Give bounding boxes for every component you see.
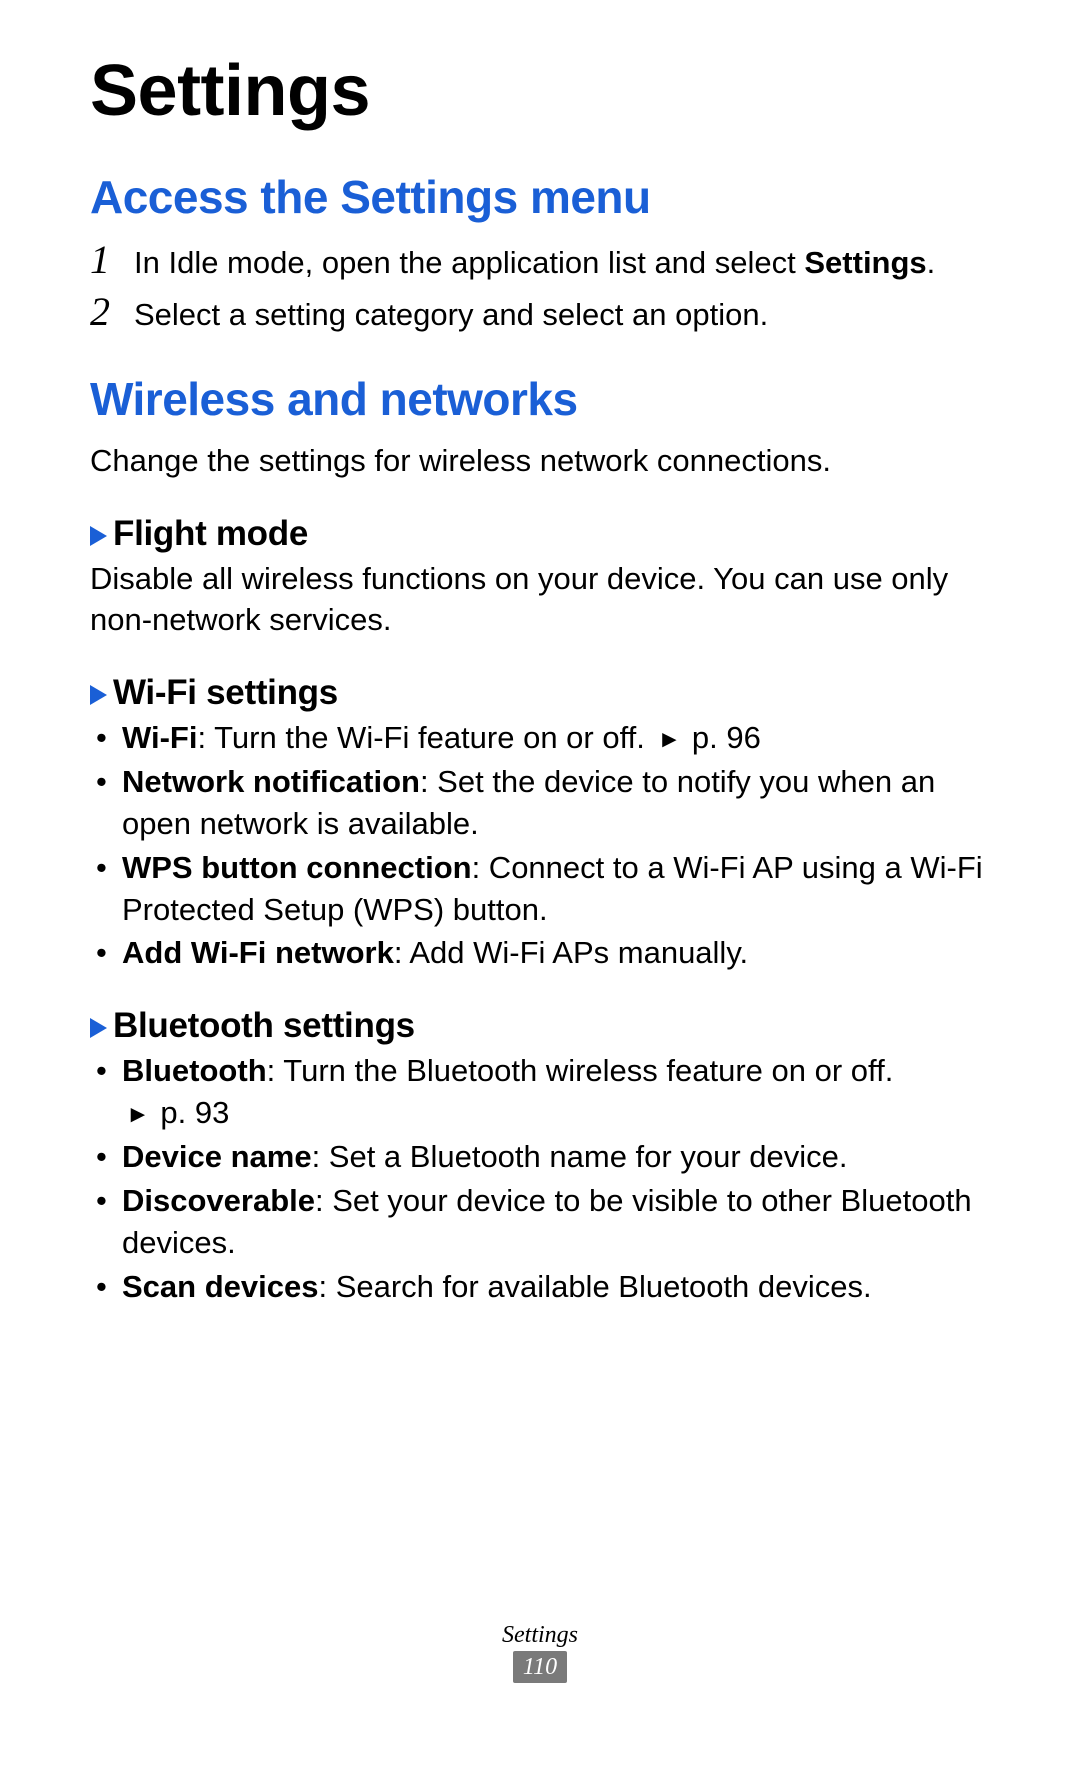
flight-mode-text: Disable all wireless functions on your d… xyxy=(90,558,990,642)
reference-arrow-icon: ► xyxy=(126,1099,150,1131)
item-term: WPS button connection xyxy=(122,850,472,885)
chevron-icon xyxy=(90,1018,107,1038)
list-item: Scan devices: Search for available Bluet… xyxy=(90,1266,990,1308)
wifi-settings-list: Wi-Fi: Turn the Wi-Fi feature on or off.… xyxy=(90,717,990,974)
subheading-flight-mode: Flight mode xyxy=(90,514,990,554)
step-text: In Idle mode, open the application list … xyxy=(134,238,990,284)
step-text: Select a setting category and select an … xyxy=(134,290,990,336)
chevron-icon xyxy=(90,685,107,705)
item-desc: : Set a Bluetooth name for your device. xyxy=(312,1139,848,1174)
document-page: Settings Access the Settings menu 1 In I… xyxy=(0,0,1080,1771)
access-steps-list: 1 In Idle mode, open the application lis… xyxy=(90,238,990,336)
text-part: . xyxy=(927,245,936,280)
item-desc: : Add Wi-Fi APs manually. xyxy=(394,935,748,970)
step-number: 1 xyxy=(90,238,134,280)
list-item: Bluetooth: Turn the Bluetooth wireless f… xyxy=(90,1050,990,1134)
subheading-label: Wi-Fi settings xyxy=(113,673,338,712)
page-footer: Settings 110 xyxy=(0,1622,1080,1683)
page-reference[interactable]: p. 96 xyxy=(692,720,761,755)
item-desc: : Turn the Bluetooth wireless feature on… xyxy=(267,1053,894,1088)
page-number: 110 xyxy=(513,1651,567,1683)
step-2: 2 Select a setting category and select a… xyxy=(90,290,990,336)
item-desc: : Search for available Bluetooth devices… xyxy=(318,1269,871,1304)
section-heading-wireless: Wireless and networks xyxy=(90,372,990,426)
bluetooth-settings-list: Bluetooth: Turn the Bluetooth wireless f… xyxy=(90,1050,990,1307)
subheading-label: Flight mode xyxy=(113,514,308,553)
item-term: Device name xyxy=(122,1139,312,1174)
step-number: 2 xyxy=(90,290,134,332)
list-item: Wi-Fi: Turn the Wi-Fi feature on or off.… xyxy=(90,717,990,759)
subheading-label: Bluetooth settings xyxy=(113,1006,415,1045)
list-item: WPS button connection: Connect to a Wi-F… xyxy=(90,847,990,931)
page-reference[interactable]: p. 93 xyxy=(160,1095,229,1130)
page-title: Settings xyxy=(90,50,990,132)
wireless-intro: Change the settings for wireless network… xyxy=(90,440,990,482)
list-item: Discoverable: Set your device to be visi… xyxy=(90,1180,990,1264)
text-bold: Settings xyxy=(804,245,926,280)
item-term: Discoverable xyxy=(122,1183,315,1218)
subheading-wifi-settings: Wi-Fi settings xyxy=(90,673,990,713)
list-item: Network notification: Set the device to … xyxy=(90,761,990,845)
item-desc: : Turn the Wi-Fi feature on or off. xyxy=(197,720,653,755)
chevron-icon xyxy=(90,526,107,546)
step-1: 1 In Idle mode, open the application lis… xyxy=(90,238,990,284)
item-term: Wi-Fi xyxy=(122,720,197,755)
subheading-bluetooth-settings: Bluetooth settings xyxy=(90,1006,990,1046)
footer-section-label: Settings xyxy=(0,1622,1080,1649)
list-item: Device name: Set a Bluetooth name for yo… xyxy=(90,1136,990,1178)
reference-arrow-icon: ► xyxy=(658,724,682,756)
list-item: Add Wi-Fi network: Add Wi-Fi APs manuall… xyxy=(90,932,990,974)
text-part: In Idle mode, open the application list … xyxy=(134,245,804,280)
item-term: Scan devices xyxy=(122,1269,318,1304)
item-term: Bluetooth xyxy=(122,1053,267,1088)
section-heading-access: Access the Settings menu xyxy=(90,170,990,224)
item-term: Add Wi-Fi network xyxy=(122,935,394,970)
item-term: Network notification xyxy=(122,764,420,799)
